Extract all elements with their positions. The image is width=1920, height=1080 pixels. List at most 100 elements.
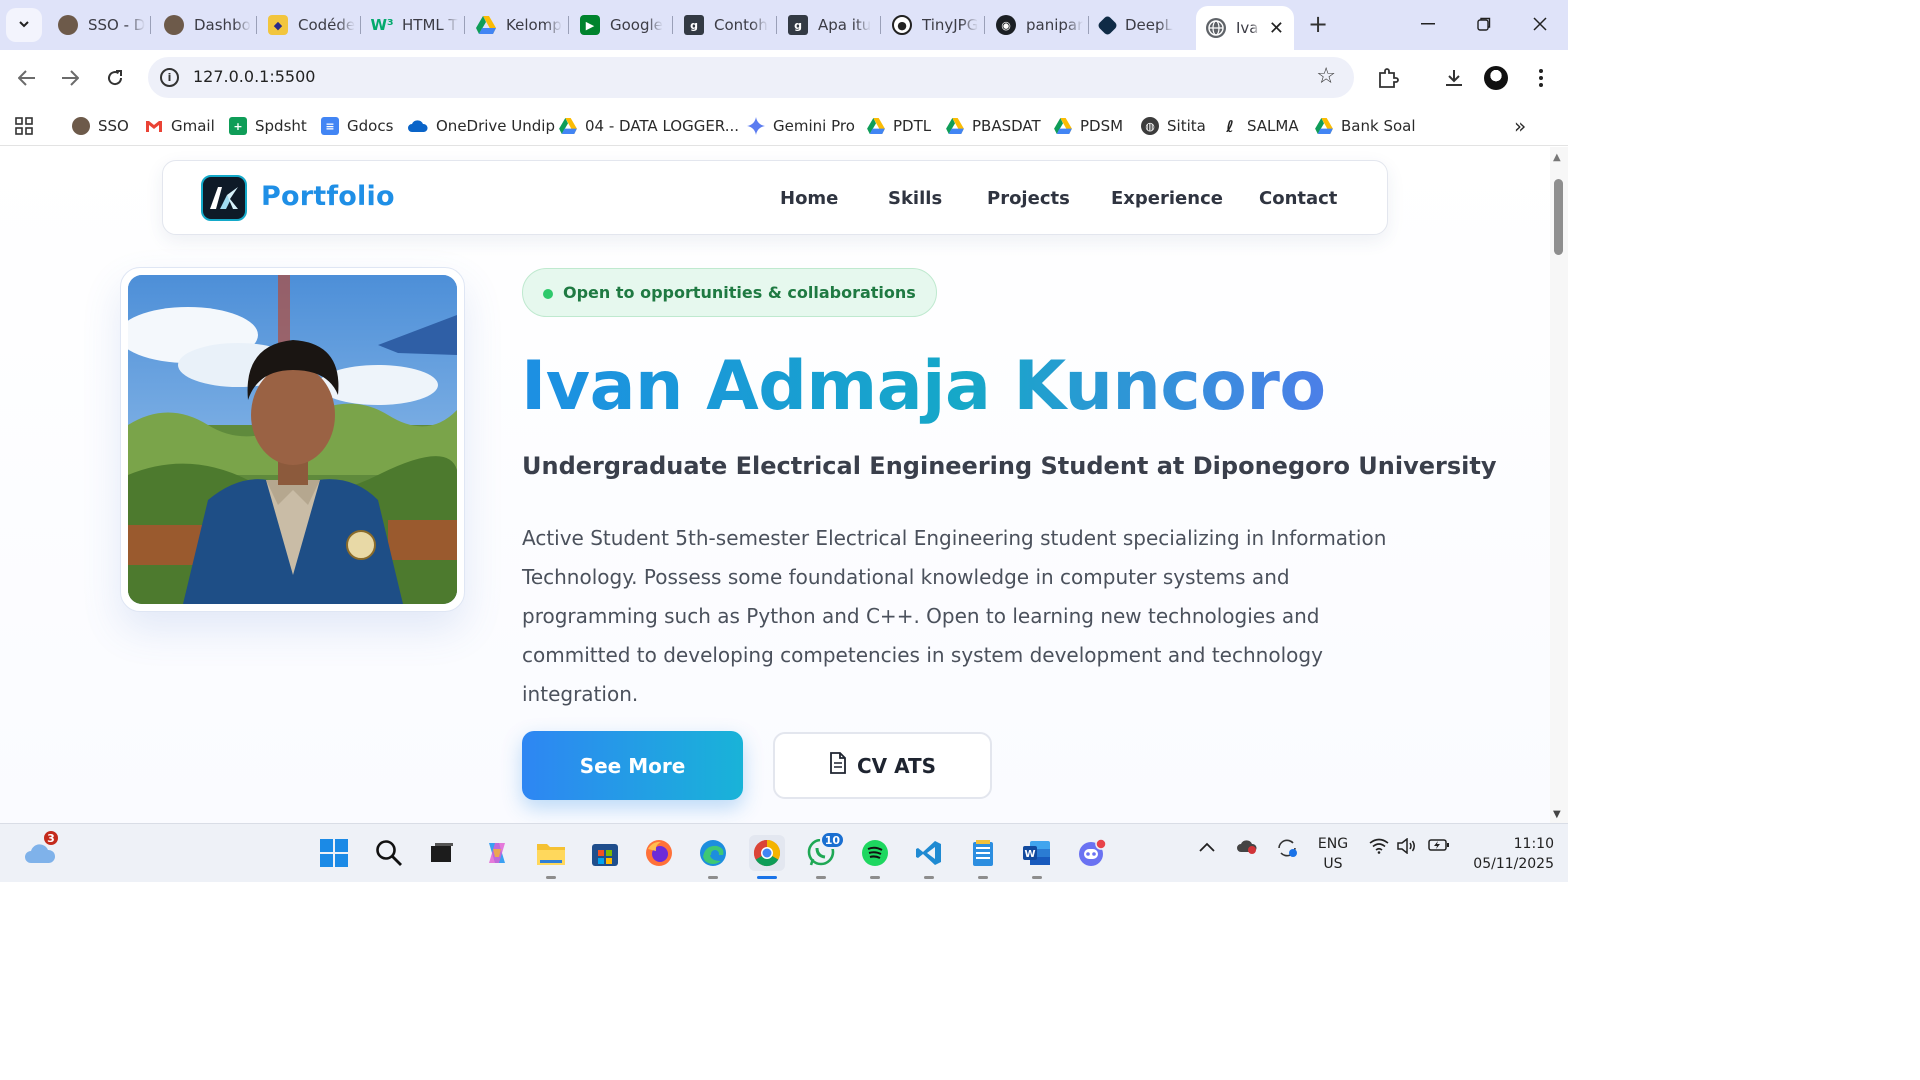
site-info-icon[interactable]: i [160,68,179,87]
language-indicator[interactable]: ENG US [1316,834,1350,874]
onedrive-tray[interactable] [1236,838,1258,858]
browser-tab[interactable]: DeepL [1090,6,1190,44]
browser-tab-active[interactable]: Iva ✕ [1196,6,1294,50]
undip-seal-icon [164,15,184,35]
wifi-tray[interactable] [1369,838,1389,858]
github-icon: ◉ [996,15,1016,35]
bookmark-sso[interactable]: SSO [72,113,129,139]
back-button[interactable] [13,64,41,92]
browser-tab[interactable]: Kelomp [466,6,566,44]
firefox-button[interactable] [641,835,677,871]
word-button[interactable]: W [1019,835,1055,879]
scrollbar-thumb[interactable] [1554,179,1563,255]
tab-title: Kelomp [506,16,562,34]
site-brand[interactable]: Portfolio [261,181,395,212]
notepad-button[interactable] [965,835,1001,879]
profile-button[interactable] [1482,64,1510,92]
avatar [1484,66,1508,90]
scroll-up-icon[interactable]: ▲ [1553,152,1561,163]
restore-button[interactable] [1456,0,1512,48]
show-hidden-icons-button[interactable] [1199,838,1215,856]
start-button[interactable] [316,835,352,871]
puzzle-icon [1379,68,1399,88]
whatsapp-button[interactable]: 10 [803,831,845,879]
url-text[interactable]: 127.0.0.1:5500 [193,67,315,86]
page-scrollbar[interactable]: ▲ ▼ [1550,147,1568,823]
browser-tab[interactable]: ◆ Codéde [258,6,358,44]
nav-skills[interactable]: Skills [888,188,942,209]
bookmark-spdsht[interactable]: + Spdsht [229,113,307,139]
running-indicator [546,876,556,879]
browser-tab[interactable]: ▶ Google [570,6,670,44]
battery-tray[interactable] [1428,838,1450,856]
extensions-button[interactable] [1374,64,1402,92]
reload-button[interactable] [101,64,129,92]
profile-photo-frame [120,267,465,612]
search-button[interactable] [371,835,407,871]
scroll-down-icon[interactable]: ▼ [1553,809,1561,820]
tab-title: panipar [1026,16,1084,34]
minimize-button[interactable] [1400,0,1456,48]
weather-widget[interactable]: 3 [22,829,60,871]
spotify-button[interactable] [857,835,893,879]
browser-tab[interactable]: Dashbo [154,6,254,44]
arrow-right-icon [62,70,79,86]
nav-projects[interactable]: Projects [987,188,1070,209]
volume-tray[interactable] [1397,837,1417,858]
browser-menu-button[interactable] [1527,64,1555,92]
bookmark-gmail[interactable]: Gmail [145,113,215,139]
nav-contact[interactable]: Contact [1259,188,1337,209]
nav-home[interactable]: Home [780,188,838,209]
keyboard-layout: US [1323,856,1343,872]
forward-button[interactable] [56,64,84,92]
bookmark-bank-soal[interactable]: Bank Soal [1315,113,1416,139]
bookmark-data-logger[interactable]: 04 - DATA LOGGER... [559,113,739,139]
cv-ats-button[interactable]: CV ATS [773,732,992,799]
site-logo[interactable] [201,175,247,221]
browser-tab[interactable]: g Apa itu [778,6,878,44]
new-tab-button[interactable]: + [1304,10,1332,38]
system-clock[interactable]: 11:10 05/11/2025 [1458,834,1554,874]
task-view-button[interactable] [424,835,460,871]
bookmark-salma[interactable]: ℓ SALMA [1221,113,1298,139]
see-more-button[interactable]: See More [522,731,743,800]
browser-tab[interactable]: ● TinyJPG [882,6,982,44]
bookmark-gdocs[interactable]: ≡ Gdocs [321,113,393,139]
vscode-button[interactable] [911,835,947,879]
chrome-button[interactable] [749,835,785,879]
bookmark-gemini[interactable]: Gemini Pro [747,113,855,139]
browser-tab[interactable]: ◉ panipar [986,6,1086,44]
file-explorer-button[interactable] [533,835,569,879]
vscode-icon [916,841,941,865]
address-bar[interactable]: i 127.0.0.1:5500 ☆ [148,57,1354,98]
edge-button[interactable] [695,835,731,879]
copilot-button[interactable] [479,835,515,871]
discord-button[interactable] [1073,835,1109,871]
close-window-button[interactable] [1512,0,1568,48]
bookmark-pbasdat[interactable]: PBASDAT [946,113,1041,139]
sync-icon [1278,839,1297,857]
tab-search-button[interactable] [6,8,42,42]
ms-store-button[interactable] [587,835,623,871]
nav-experience[interactable]: Experience [1111,188,1223,209]
plus-icon: + [1307,10,1329,38]
bookmark-onedrive[interactable]: OneDrive Undip [408,113,555,139]
bookmark-star-icon[interactable]: ☆ [1316,64,1336,89]
bookmark-pdtl[interactable]: PDTL [867,113,931,139]
apps-button[interactable] [15,113,33,139]
bookmark-label: SSO [98,117,129,135]
speaker-icon [1397,837,1415,855]
more-bookmarks-button[interactable]: » [1514,113,1526,139]
bookmark-pdsm[interactable]: PDSM [1054,113,1123,139]
close-tab-icon[interactable]: ✕ [1269,18,1284,39]
tab-title: Iva [1236,19,1259,37]
grammarly-icon: g [684,15,704,35]
bookmark-sitita[interactable]: ◍ Sitita [1141,113,1206,139]
sync-tray[interactable] [1276,838,1298,862]
browser-tab[interactable]: g Contoh [674,6,774,44]
browser-tab[interactable]: SSO - D [48,6,148,44]
tab-title: SSO - D [88,16,146,34]
browser-tab[interactable]: W³ HTML T [362,6,462,44]
wifi-icon [1369,838,1389,854]
downloads-button[interactable] [1440,64,1468,92]
